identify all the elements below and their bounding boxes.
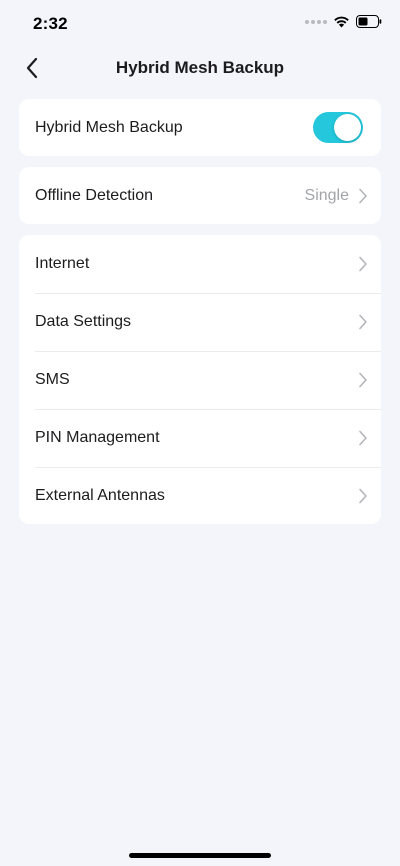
toggle-knob: [334, 114, 361, 141]
hybrid-backup-row: Hybrid Mesh Backup: [19, 99, 381, 156]
wifi-icon: [333, 15, 350, 28]
offline-detection-value: Single: [304, 186, 349, 204]
home-indicator: [129, 853, 271, 858]
hybrid-backup-label: Hybrid Mesh Backup: [35, 118, 183, 136]
chevron-right-icon: [359, 256, 367, 272]
offline-detection-row[interactable]: Offline Detection Single: [19, 167, 381, 224]
navigation-bar: Hybrid Mesh Backup: [0, 46, 400, 90]
chevron-right-icon: [359, 430, 367, 446]
chevron-right-icon: [359, 372, 367, 388]
menu-item-label: External Antennas: [35, 487, 165, 504]
status-bar: 2:32: [0, 0, 400, 46]
menu-item-label: Internet: [35, 255, 90, 272]
cellular-signal-icon: [305, 19, 327, 24]
hybrid-backup-card: Hybrid Mesh Backup: [19, 99, 381, 156]
offline-detection-label: Offline Detection: [35, 186, 153, 204]
chevron-right-icon: [359, 488, 367, 504]
chevron-right-icon: [359, 188, 367, 203]
menu-item-internet[interactable]: Internet: [19, 235, 381, 293]
chevron-right-icon: [359, 314, 367, 330]
menu-item-label: Data Settings: [35, 313, 132, 330]
menu-item-external-antennas[interactable]: External Antennas: [19, 467, 381, 525]
menu-item-label: PIN Management: [35, 429, 160, 446]
screen: 2:32 Hybrid Mesh Backup Hybrid Mesh Back…: [0, 0, 400, 866]
hybrid-backup-toggle[interactable]: [313, 112, 363, 143]
menu-item-data-settings[interactable]: Data Settings: [19, 293, 381, 351]
menu-item-pin-management[interactable]: PIN Management: [19, 409, 381, 467]
status-icons: [305, 15, 382, 28]
settings-menu-card: Internet Data Settings SMS PIN Managemen…: [19, 235, 381, 524]
status-time: 2:32: [33, 14, 68, 33]
page-title: Hybrid Mesh Backup: [115, 58, 285, 77]
menu-item-label: SMS: [35, 371, 70, 388]
menu-item-sms[interactable]: SMS: [19, 351, 381, 409]
offline-detection-card: Offline Detection Single: [19, 167, 381, 224]
battery-icon: [356, 15, 382, 28]
